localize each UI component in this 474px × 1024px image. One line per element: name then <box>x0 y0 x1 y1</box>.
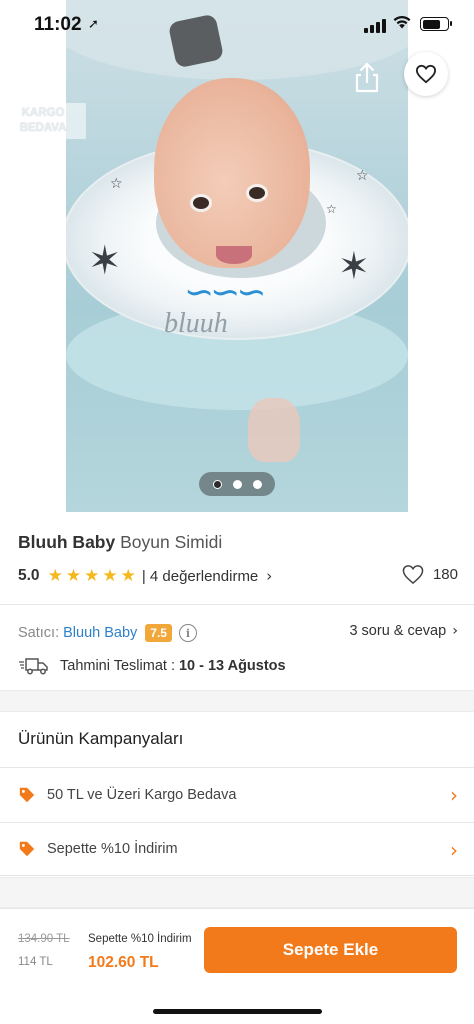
campaign-item[interactable]: Sepette %10 İndirim › <box>0 822 474 876</box>
back-arrow-icon[interactable]: ← <box>32 60 66 94</box>
reviews-link[interactable]: | 4 değerlendirme <box>142 568 258 585</box>
free-shipping-badge: KARGO BEDAVA <box>0 103 86 139</box>
chevron-right-icon[interactable]: › <box>450 783 458 807</box>
star-print-icon: ☆ <box>110 176 123 192</box>
baby-head <box>154 78 310 268</box>
tag-icon <box>19 787 35 802</box>
float-brand-print: bluuh <box>164 308 228 339</box>
rating-stars: ★ ★ ★ ★ ★ <box>48 566 136 586</box>
delivery-label: Tahmini Teslimat : <box>60 658 175 674</box>
wifi-icon <box>393 15 411 29</box>
likes-counter[interactable]: 180 <box>401 564 458 585</box>
chevron-right-icon[interactable]: › <box>266 567 272 585</box>
rating-row: 5.0 ★ ★ ★ ★ ★ | 4 değerlendirme › 180 <box>18 564 458 588</box>
status-bar: 11:02 ➚ <box>0 0 474 48</box>
chevron-right-icon: › <box>452 623 458 639</box>
questions-answers-link[interactable]: 3 soru & cevap › <box>349 623 458 639</box>
bottom-purchase-bar: 134.90 TL 114 TL Sepette %10 İndirim 102… <box>0 908 474 1024</box>
product-title: Bluuh Baby Boyun Simidi <box>18 532 222 553</box>
gallery-dot[interactable] <box>212 479 222 489</box>
qa-text: 3 soru & cevap <box>349 623 447 639</box>
status-time: 11:02 <box>34 14 82 35</box>
delivery-date: 10 - 13 Ağustos <box>178 658 286 674</box>
star-print-icon: ☆ <box>356 168 369 184</box>
battery-icon <box>420 17 452 31</box>
star-icon: ★ <box>120 566 136 586</box>
heart-icon <box>415 64 437 84</box>
star-icon: ★ <box>65 566 82 586</box>
truck-icon <box>19 658 48 675</box>
seller-name-link[interactable]: Bluuh Baby <box>63 625 137 641</box>
campaign-item[interactable]: 50 TL ve Üzeri Kargo Bedava › <box>0 767 474 821</box>
section-divider <box>0 690 474 712</box>
rating-value: 5.0 <box>18 567 40 584</box>
cellular-signal-icon <box>364 19 386 33</box>
info-icon[interactable]: i <box>178 624 197 642</box>
star-print-icon: ✶ <box>338 244 370 288</box>
location-arrow-icon: ➚ <box>88 17 99 32</box>
favorite-button[interactable] <box>404 52 448 96</box>
product-brand[interactable]: Bluuh Baby <box>18 532 115 552</box>
baby-mouth <box>216 246 252 264</box>
product-image-gallery[interactable]: ✶ ✶ ☆ ☆ ☆ ∽∽∽ bluuh <box>0 0 474 512</box>
home-indicator[interactable] <box>153 1009 322 1014</box>
campaign-text: 50 TL ve Üzeri Kargo Bedava <box>47 786 237 803</box>
baby-eye-left <box>190 194 212 212</box>
star-icon: ★ <box>47 566 63 586</box>
current-price: 114 TL <box>18 956 53 968</box>
seller-score-badge: 7.5 <box>145 624 172 642</box>
campaign-text: Sepette %10 İndirim <box>47 841 178 857</box>
delivery-estimate: Tahmini Teslimat : 10 - 13 Ağustos <box>18 656 286 676</box>
gallery-pagination[interactable] <box>199 472 275 496</box>
seller-row: Satıcı: Bluuh Baby 7.5 i 3 soru & cevap › <box>18 621 458 645</box>
add-to-cart-button[interactable]: Sepete Ekle <box>204 927 457 973</box>
seller-label: Satıcı: <box>18 625 60 641</box>
product-name: Boyun Simidi <box>120 532 223 552</box>
divider <box>0 604 474 605</box>
star-icon: ★ <box>84 566 100 586</box>
campaigns-title: Ürünün Kampanyaları <box>18 729 184 748</box>
badge-line-2: BEDAVA <box>19 122 67 134</box>
baby-eye-right <box>246 184 268 202</box>
gallery-dot[interactable] <box>252 479 262 489</box>
likes-count: 180 <box>432 566 458 583</box>
original-price: 134.90 TL <box>18 933 70 945</box>
cart-discount-note: Sepette %10 İndirim <box>88 933 192 945</box>
badge-line-1: KARGO <box>21 107 65 119</box>
star-print-icon: ✶ <box>88 238 122 284</box>
heart-outline-icon[interactable] <box>401 564 425 585</box>
final-price: 102.60 TL <box>88 954 159 971</box>
gallery-dot[interactable] <box>232 479 242 489</box>
chevron-right-icon[interactable]: › <box>450 838 458 862</box>
section-divider <box>0 877 474 908</box>
baby-hand <box>248 398 300 462</box>
bluuh-wave-logo: ∽∽∽ <box>184 272 266 313</box>
tag-icon <box>19 841 35 857</box>
star-icon: ★ <box>102 566 118 586</box>
share-icon[interactable] <box>352 60 382 94</box>
star-print-icon: ☆ <box>326 202 337 216</box>
